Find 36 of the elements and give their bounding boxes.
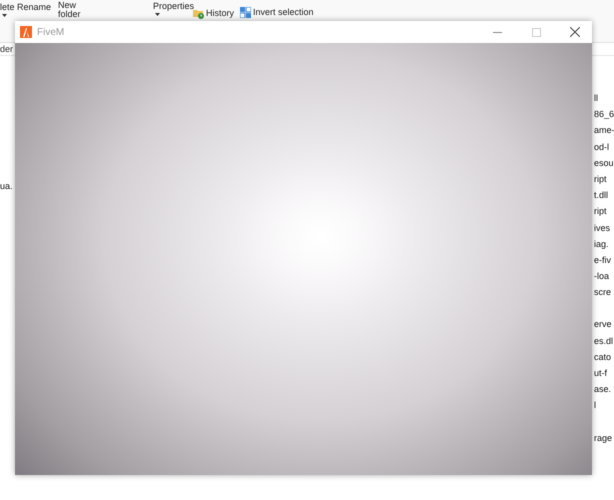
- app-logo-icon: [20, 26, 32, 38]
- maximize-icon: [532, 28, 540, 36]
- file-name[interactable]: od-l: [594, 138, 614, 155]
- file-name[interactable]: l: [594, 397, 614, 414]
- file-name[interactable]: t.dll: [594, 187, 614, 204]
- file-name[interactable]: cato: [594, 348, 614, 365]
- file-name[interactable]: ives: [594, 220, 614, 236]
- file-name[interactable]: ua.: [0, 181, 13, 191]
- file-name[interactable]: ript: [594, 203, 614, 220]
- file-name[interactable]: ll: [594, 90, 614, 106]
- address-text: der: [0, 44, 14, 54]
- file-name[interactable]: esou: [594, 154, 614, 171]
- ribbon-label[interactable]: lete: [0, 3, 15, 12]
- file-name[interactable]: rage: [594, 430, 614, 446]
- file-name[interactable]: scre: [594, 284, 614, 300]
- file-name[interactable]: ut-f: [594, 365, 614, 382]
- close-icon: [570, 27, 580, 37]
- ribbon-label[interactable]: New folder: [58, 1, 84, 19]
- file-name[interactable]: erve: [594, 316, 614, 333]
- file-name[interactable]: iag.: [594, 236, 614, 252]
- grid-icon: [240, 7, 251, 18]
- file-name[interactable]: ript: [594, 170, 614, 188]
- ribbon-label[interactable]: Properties: [153, 2, 194, 11]
- window-title: FiveM: [37, 26, 66, 38]
- file-name[interactable]: es.dl: [594, 332, 614, 349]
- ribbon-label[interactable]: Rename: [17, 3, 52, 12]
- file-name[interactable]: ame-: [594, 122, 614, 139]
- caret-icon: [2, 14, 7, 17]
- file-name[interactable]: e-fiv: [594, 252, 614, 268]
- ribbon-label[interactable]: Invert selection: [253, 8, 314, 17]
- ribbon-label[interactable]: History: [206, 9, 234, 18]
- file-name[interactable]: 86_6: [594, 106, 614, 122]
- file-name[interactable]: -loa: [594, 268, 614, 284]
- folder-clock-icon: [193, 8, 204, 19]
- caret-icon: [155, 13, 160, 16]
- file-name[interactable]: ase.: [594, 381, 614, 398]
